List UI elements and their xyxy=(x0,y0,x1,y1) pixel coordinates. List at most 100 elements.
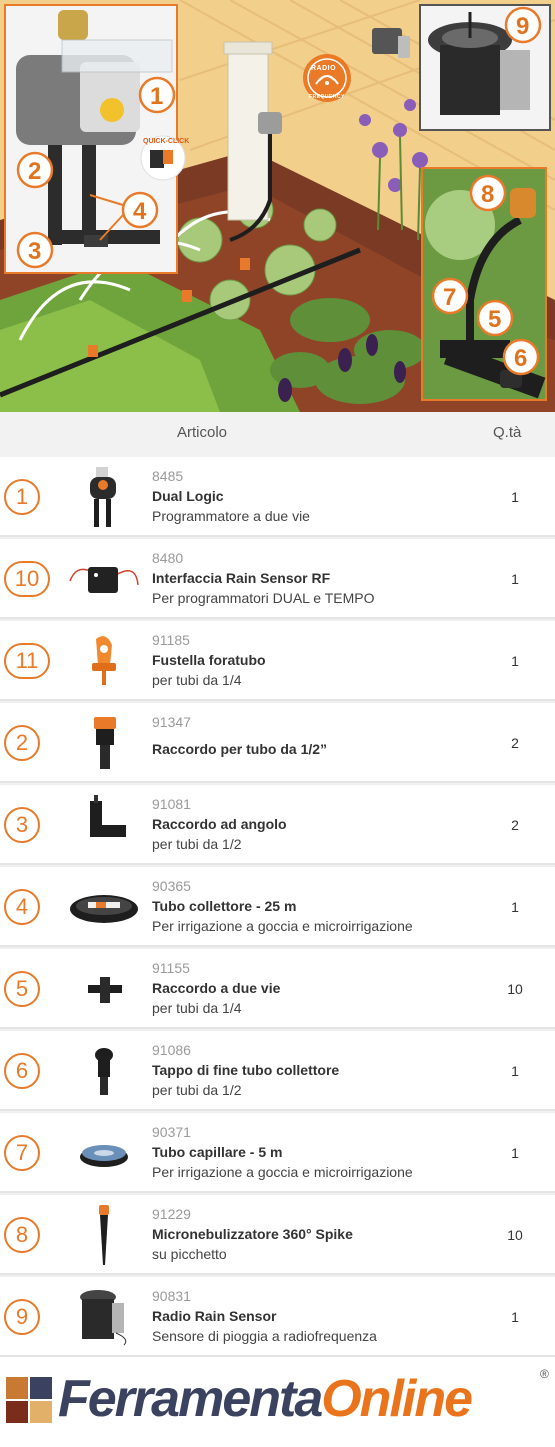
rain-sensor-interface-icon xyxy=(69,567,139,593)
table-header: Articolo Q.tà xyxy=(0,412,555,457)
callout-6: 6 xyxy=(514,345,527,372)
item-number: 8 xyxy=(4,1217,40,1253)
rain-sensor-icon xyxy=(80,1290,127,1346)
column-header-articolo: Articolo xyxy=(177,424,228,441)
hose-coil-icon xyxy=(70,895,138,923)
item-number: 11 xyxy=(4,643,50,679)
table-row: 4 90365 Tubo collettore - 25 m Per irrig… xyxy=(0,867,555,947)
item-description: Sensore di pioggia a radiofrequenza xyxy=(152,1328,377,1344)
item-code: 91086 xyxy=(152,1042,191,1058)
item-quantity: 1 xyxy=(511,571,519,587)
callout-7: 7 xyxy=(443,284,456,311)
item-code: 91229 xyxy=(152,1206,191,1222)
table-row: 9 90831 Radio Rain Sensor Sensore di pio… xyxy=(0,1277,555,1357)
item-name: Fustella foratubo xyxy=(152,652,266,668)
item-description: Per irrigazione a goccia e microirrigazi… xyxy=(152,918,413,934)
item-code: 8485 xyxy=(152,468,184,484)
item-name: Raccordo a due vie xyxy=(152,980,281,996)
brand-logo-icon xyxy=(6,1377,52,1423)
item-name: Tappo di fine tubo collettore xyxy=(152,1062,340,1078)
item-quantity: 2 xyxy=(511,817,519,833)
item-number: 4 xyxy=(4,889,40,925)
hole-punch-icon xyxy=(92,636,116,685)
end-cap-icon xyxy=(95,1048,113,1095)
item-number: 10 xyxy=(4,561,50,597)
item-description: per tubi da 1/2 xyxy=(152,836,242,852)
item-description: Programmatore a due vie xyxy=(152,508,310,524)
pipe-connector-icon xyxy=(94,717,116,769)
radio-badge-label: RADIO xyxy=(311,65,336,72)
item-description: per tubi da 1/4 xyxy=(152,1000,242,1016)
item-code: 90365 xyxy=(152,878,191,894)
table-row: 1 8485 Dual Logic Programmatore a due vi… xyxy=(0,457,555,537)
item-quantity: 1 xyxy=(511,653,519,669)
quick-click-label: QUICK-CLICK xyxy=(143,138,189,145)
item-code: 91185 xyxy=(152,632,190,648)
elbow-connector-icon xyxy=(90,795,126,837)
item-description: per tubi da 1/4 xyxy=(152,672,242,688)
callout-9: 9 xyxy=(516,13,529,40)
table-row: 6 91086 Tappo di fine tubo collettore pe… xyxy=(0,1031,555,1111)
callout-8: 8 xyxy=(481,181,494,208)
item-code: 90831 xyxy=(152,1288,191,1304)
item-name: Micronebulizzatore 360° Spike xyxy=(152,1226,353,1242)
item-description: Per irrigazione a goccia e microirrigazi… xyxy=(152,1164,413,1180)
table-row: 2 91347 Raccordo per tubo da 1/2” 2 xyxy=(0,703,555,783)
table-row: 11 91185 Fustella foratubo per tubi da 1… xyxy=(0,621,555,701)
radio-badge-sub: FREQUENCY xyxy=(309,94,345,100)
item-name: Interfaccia Rain Sensor RF xyxy=(152,570,331,586)
item-number: 7 xyxy=(4,1135,40,1171)
callout-2: 2 xyxy=(28,158,41,185)
item-quantity: 1 xyxy=(511,1063,519,1079)
item-number: 6 xyxy=(4,1053,40,1089)
brand-logo-text: FerramentaOnline xyxy=(58,1369,473,1429)
spike-sprayer-icon xyxy=(99,1205,109,1265)
column-header-qta: Q.tà xyxy=(493,424,522,441)
item-quantity: 1 xyxy=(511,899,519,915)
item-number: 9 xyxy=(4,1299,40,1335)
item-name: Tubo capillare - 5 m xyxy=(152,1144,283,1160)
item-name: Raccordo per tubo da 1/2” xyxy=(152,741,328,757)
item-number: 3 xyxy=(4,807,40,843)
item-code: 91081 xyxy=(152,796,191,812)
item-name: Tubo collettore - 25 m xyxy=(152,898,297,914)
item-code: 91155 xyxy=(152,960,190,976)
dual-logic-timer-icon xyxy=(90,467,116,527)
callout-3: 3 xyxy=(28,238,41,265)
garden-scene: RADIO FREQUENCY QUICK-CLICK 1 2 3 4 9 8 … xyxy=(0,0,555,412)
item-number: 5 xyxy=(4,971,40,1007)
product-table: Articolo Q.tà 1 8485 Dual Logic Programm… xyxy=(0,412,555,1357)
item-name: Dual Logic xyxy=(152,488,224,504)
callout-4: 4 xyxy=(133,198,147,225)
callout-5: 5 xyxy=(488,306,501,333)
item-code: 90371 xyxy=(152,1124,191,1140)
tee-connector-icon xyxy=(88,977,122,1003)
product-illustration: RADIO FREQUENCY QUICK-CLICK 1 2 3 4 9 8 … xyxy=(0,0,555,412)
table-row: 10 8480 Interfaccia Rain Sensor RF Per p… xyxy=(0,539,555,619)
table-row: 5 91155 Raccordo a due vie per tubi da 1… xyxy=(0,949,555,1029)
item-number: 1 xyxy=(4,479,40,515)
item-quantity: 1 xyxy=(511,489,519,505)
callout-1: 1 xyxy=(150,83,163,110)
item-number: 2 xyxy=(4,725,40,761)
brand-name-part2: Online xyxy=(321,1370,473,1428)
item-quantity: 10 xyxy=(507,981,523,997)
item-quantity: 2 xyxy=(511,735,519,751)
table-row: 3 91081 Raccordo ad angolo per tubi da 1… xyxy=(0,785,555,865)
item-name: Radio Rain Sensor xyxy=(152,1308,277,1324)
item-quantity: 1 xyxy=(511,1309,519,1325)
item-quantity: 1 xyxy=(511,1145,519,1161)
item-description: Per programmatori DUAL e TEMPO xyxy=(152,590,375,606)
item-description: su picchetto xyxy=(152,1246,227,1262)
item-code: 91347 xyxy=(152,714,191,730)
item-code: 8480 xyxy=(152,550,184,566)
brand-name-part1: Ferramenta xyxy=(58,1370,323,1428)
table-row: 8 91229 Micronebulizzatore 360° Spike su… xyxy=(0,1195,555,1275)
table-row: 7 90371 Tubo capillare - 5 m Per irrigaz… xyxy=(0,1113,555,1193)
brand-footer: FerramentaOnline ® xyxy=(0,1357,555,1447)
item-quantity: 10 xyxy=(507,1227,523,1243)
item-name: Raccordo ad angolo xyxy=(152,816,287,832)
registered-mark: ® xyxy=(540,1367,549,1381)
capillary-tube-icon xyxy=(80,1145,128,1167)
item-description: per tubi da 1/2 xyxy=(152,1082,242,1098)
